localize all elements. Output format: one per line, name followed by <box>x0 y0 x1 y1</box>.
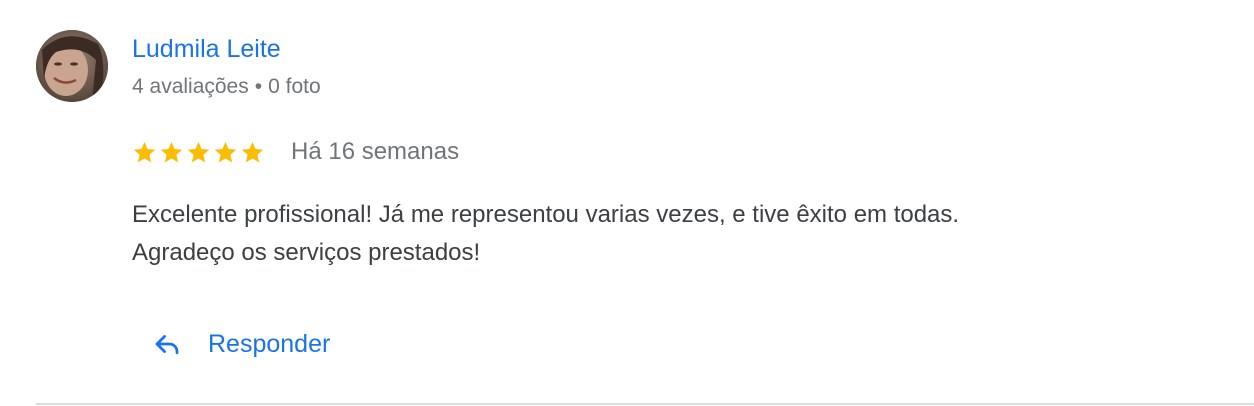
review-text-line: Agradeço os serviços prestados! <box>132 239 481 266</box>
author-name-link[interactable]: Ludmila Leite <box>132 34 281 64</box>
reviews-count: 4 avaliações <box>132 75 249 98</box>
review-card: Ludmila Leite 4 avaliações • 0 foto Há 16 … <box>0 0 1254 406</box>
star-icon <box>241 141 264 162</box>
author-meta: 4 avaliações • 0 foto <box>132 74 321 100</box>
review-time: Há 16 semanas <box>291 138 460 165</box>
star-icon <box>214 141 237 162</box>
star-icon <box>160 141 183 162</box>
review-text-line: Excelente profissional! Já me represento… <box>132 201 960 228</box>
star-icon <box>133 141 156 162</box>
reply-button[interactable]: Responder <box>144 322 338 366</box>
star-icon <box>187 141 210 162</box>
avatar-photo-icon <box>36 30 108 102</box>
author-avatar[interactable] <box>36 30 108 102</box>
photos-count: 0 foto <box>268 75 321 98</box>
reply-label: Responder <box>208 329 331 358</box>
divider <box>36 403 1254 405</box>
rating-row: Há 16 semanas <box>132 137 459 167</box>
review-text: Excelente profissional! Já me represento… <box>132 196 1212 272</box>
meta-separator: • <box>254 75 263 98</box>
reply-arrow-icon <box>155 335 179 355</box>
star-rating <box>132 140 265 165</box>
